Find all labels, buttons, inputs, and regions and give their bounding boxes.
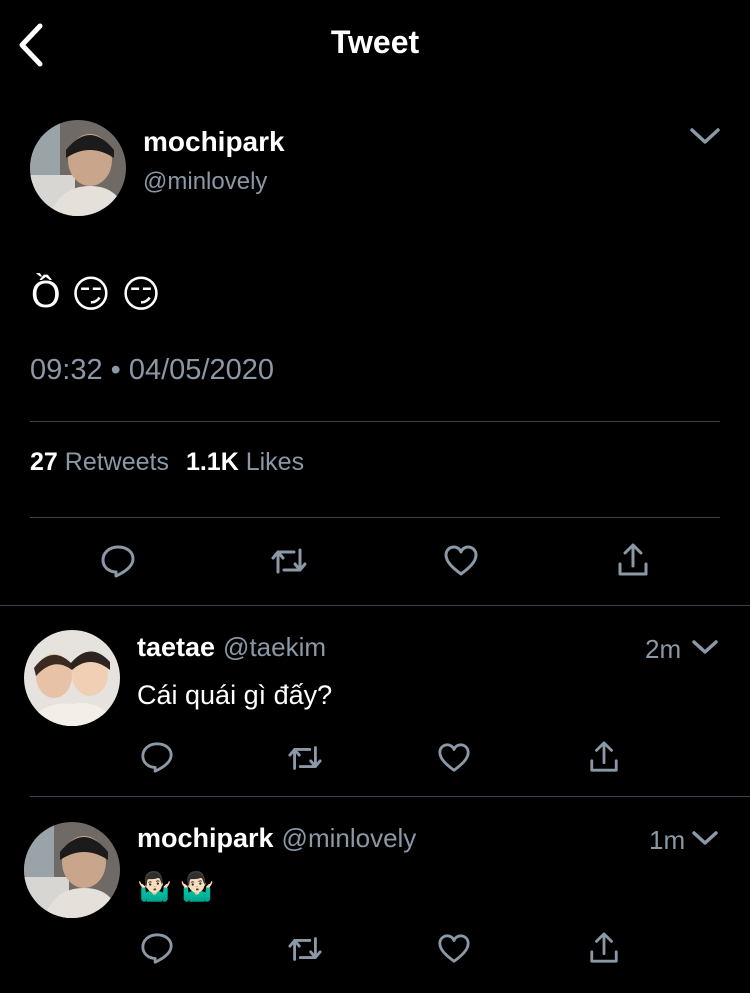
avatar[interactable] [24, 822, 120, 918]
reply-time: 2m [645, 634, 682, 664]
reply-header: mochipark @minlovely [137, 823, 416, 854]
tweet-text: Ồ 😏 😏 [31, 274, 161, 316]
divider [30, 796, 750, 797]
avatar[interactable] [24, 630, 120, 726]
share-icon[interactable] [588, 739, 620, 775]
retweet-label: Retweets [64, 448, 169, 476]
reply-author-handle[interactable]: @minlovely [282, 823, 417, 853]
reply-text: Cái quái gì đấy? [137, 680, 333, 710]
share-icon[interactable] [588, 930, 620, 966]
reply-author-name[interactable]: taetae [137, 632, 215, 662]
like-icon[interactable] [443, 545, 479, 577]
chevron-down-icon[interactable] [690, 827, 720, 849]
reply-author-handle[interactable]: @taekim [223, 632, 326, 662]
divider [30, 421, 720, 422]
reply-icon[interactable] [140, 740, 174, 774]
retweet-icon[interactable] [287, 743, 323, 773]
like-label: Likes [245, 448, 305, 476]
page-title: Tweet [330, 24, 420, 60]
reply-text: 🤷🏻‍♂️ 🤷🏻‍♂️ [137, 871, 215, 902]
retweet-count: 27 [30, 448, 58, 476]
tweet-time: 09:32 [30, 354, 103, 386]
avatar[interactable] [30, 120, 126, 216]
divider [0, 605, 750, 606]
reply-icon[interactable] [100, 544, 136, 578]
retweet-icon[interactable] [270, 546, 308, 576]
reply-time: 1m [649, 825, 686, 855]
chevron-down-icon[interactable] [688, 124, 722, 148]
like-stat[interactable]: 1.1K Likes [186, 448, 304, 476]
retweet-icon[interactable] [287, 934, 323, 964]
timestamp-separator: • [110, 354, 121, 386]
tweet-stats: 27 Retweets 1.1K Likes [30, 448, 304, 477]
chevron-down-icon[interactable] [690, 636, 720, 658]
like-count: 1.1K [185, 448, 239, 476]
reply-author-name[interactable]: mochipark [137, 823, 274, 853]
author-handle[interactable]: @minlovely [143, 168, 267, 196]
reply-icon[interactable] [140, 931, 174, 965]
tweet-timestamp: 09:32 • 04/05/2020 [30, 354, 274, 387]
like-icon[interactable] [437, 742, 471, 774]
retweet-stat[interactable]: 27 Retweets [30, 448, 169, 476]
like-icon[interactable] [437, 933, 471, 965]
divider [30, 517, 720, 518]
tweet-date: 04/05/2020 [128, 354, 275, 386]
share-icon[interactable] [616, 542, 650, 578]
author-name[interactable]: mochipark [143, 126, 285, 158]
reply-header: taetae @taekim [137, 632, 326, 663]
